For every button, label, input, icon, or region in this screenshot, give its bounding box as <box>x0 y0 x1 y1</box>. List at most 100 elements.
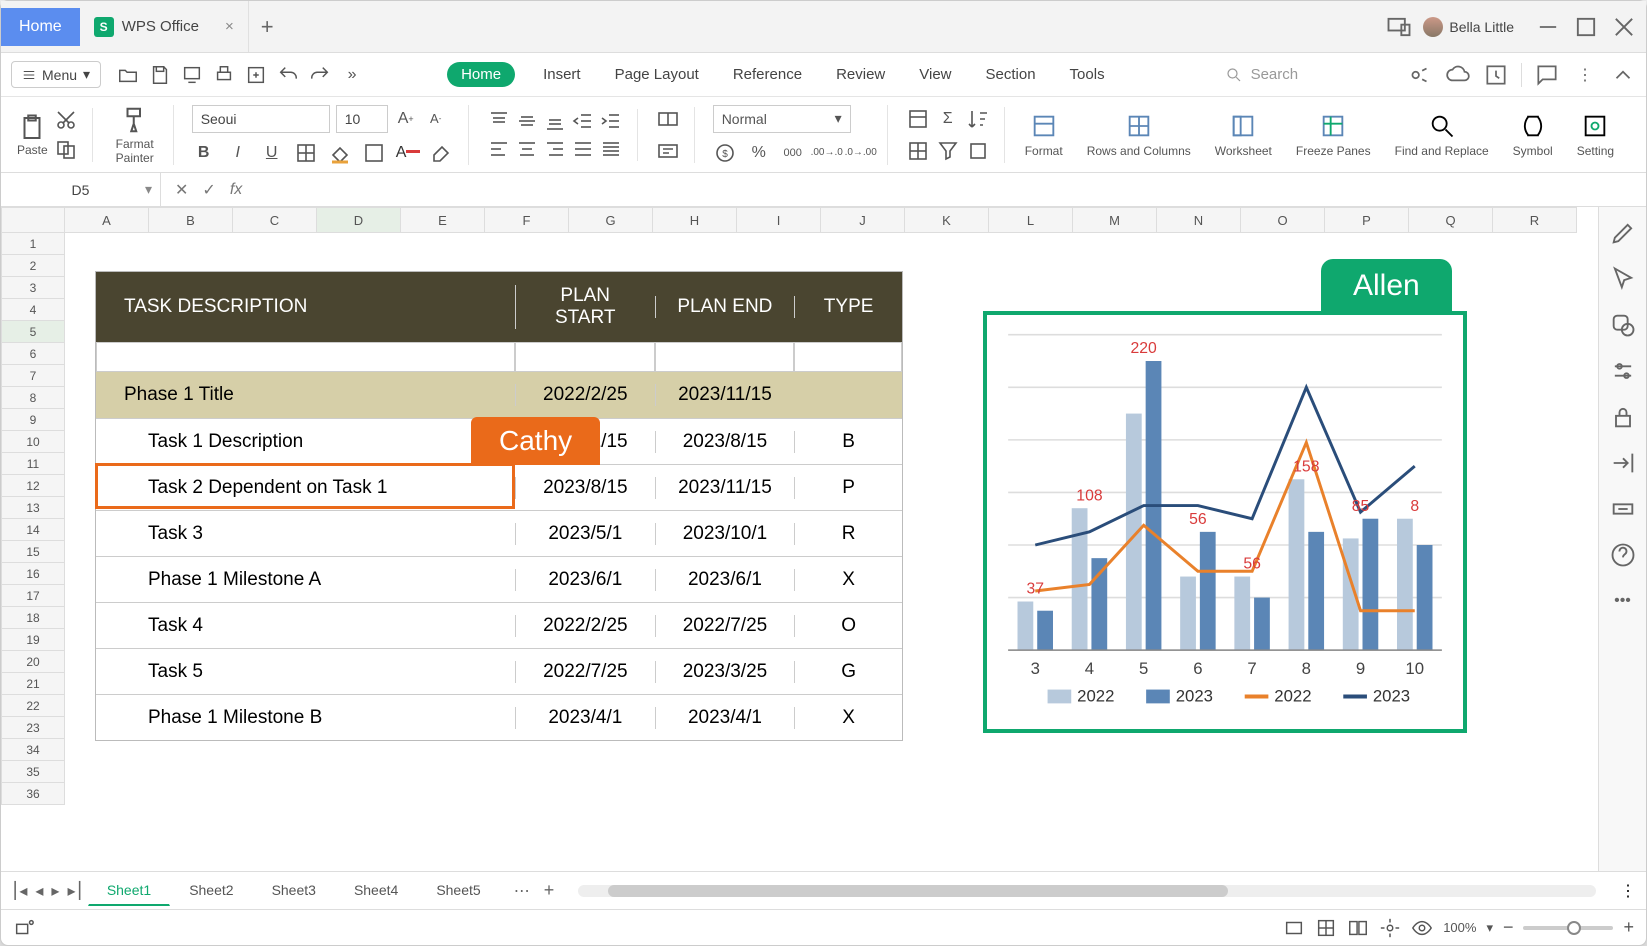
row-header[interactable]: 34 <box>1 739 65 761</box>
zoom-slider[interactable] <box>1523 926 1613 930</box>
kebab-icon[interactable]: ⋮ <box>1572 62 1598 88</box>
ribbon-tab-page-layout[interactable]: Page Layout <box>609 62 705 87</box>
decrease-indent-icon[interactable] <box>571 109 595 133</box>
align-center-icon[interactable] <box>515 137 539 161</box>
format-painter-icon[interactable] <box>120 105 150 135</box>
row-header[interactable]: 11 <box>1 453 65 475</box>
print-icon[interactable] <box>213 64 235 86</box>
chart-object[interactable]: 3710822056561588583456789102022202320222… <box>983 311 1467 733</box>
normal-view-icon[interactable] <box>1315 917 1337 939</box>
sheet-tab[interactable]: Sheet3 <box>253 875 335 906</box>
number-format-select[interactable]: Normal▾ <box>713 105 851 133</box>
accept-formula-icon[interactable]: ✓ <box>202 180 215 200</box>
freeze-panes-button[interactable]: Freeze Panes <box>1288 112 1379 158</box>
table-row[interactable]: Task 2 Dependent on Task 12023/8/152023/… <box>96 464 902 510</box>
select-all-corner[interactable] <box>1 207 65 233</box>
minimize-button[interactable] <box>1534 13 1562 41</box>
row-header[interactable]: 19 <box>1 629 65 651</box>
highlight-icon[interactable] <box>430 141 454 165</box>
row-header[interactable]: 13 <box>1 497 65 519</box>
justify-icon[interactable] <box>571 137 595 161</box>
increase-font-icon[interactable]: A+ <box>394 107 418 131</box>
column-header[interactable]: D <box>317 207 401 233</box>
filter-icon[interactable] <box>936 139 960 163</box>
cut-icon[interactable] <box>54 108 78 132</box>
italic-icon[interactable]: I <box>226 141 250 165</box>
row-header[interactable]: 6 <box>1 343 65 365</box>
more-icon[interactable]: » <box>341 64 363 86</box>
row-header[interactable]: 1 <box>1 233 65 255</box>
row-header[interactable]: 17 <box>1 585 65 607</box>
collapse-ribbon-icon[interactable] <box>1610 62 1636 88</box>
add-tab-button[interactable]: + <box>249 14 286 40</box>
column-header[interactable]: B <box>149 207 233 233</box>
worksheet-button[interactable]: Worksheet <box>1207 112 1280 158</box>
shape-icon[interactable] <box>1609 311 1637 339</box>
maximize-button[interactable] <box>1572 13 1600 41</box>
history-icon[interactable] <box>1483 62 1509 88</box>
user-profile[interactable]: Bella Little <box>1423 17 1514 37</box>
ribbon-tab-section[interactable]: Section <box>980 62 1042 87</box>
row-header[interactable]: 16 <box>1 563 65 585</box>
select-icon[interactable] <box>1609 265 1637 293</box>
table-row[interactable]: Phase 1 Milestone B2023/4/12023/4/1X <box>96 694 902 740</box>
row-header[interactable]: 2 <box>1 255 65 277</box>
distribute-icon[interactable] <box>599 137 623 161</box>
home-tab[interactable]: Home <box>1 8 80 46</box>
share-icon[interactable] <box>1407 62 1433 88</box>
row-header[interactable]: 20 <box>1 651 65 673</box>
ribbon-tab-review[interactable]: Review <box>830 62 891 87</box>
column-header[interactable]: I <box>737 207 821 233</box>
row-header[interactable]: 4 <box>1 299 65 321</box>
font-size-select[interactable] <box>336 105 388 133</box>
format-button[interactable]: Format <box>1017 112 1071 158</box>
zoom-in-icon[interactable]: + <box>1623 917 1634 938</box>
comma-icon[interactable]: 000 <box>781 141 805 165</box>
export-icon[interactable] <box>245 64 267 86</box>
font-color-icon[interactable]: A <box>396 141 420 165</box>
column-header[interactable]: Q <box>1409 207 1493 233</box>
decrease-decimal-icon[interactable]: .0→.00 <box>849 141 873 165</box>
next-sheet-icon[interactable]: ▸ <box>51 881 59 901</box>
currency-icon[interactable]: $ <box>713 141 737 165</box>
fill-icon[interactable] <box>966 139 990 163</box>
close-tab-icon[interactable]: × <box>225 18 234 35</box>
page-layout-view-icon[interactable] <box>1347 917 1369 939</box>
sheet-tab[interactable]: Sheet2 <box>170 875 252 906</box>
find-replace-button[interactable]: Find and Replace <box>1387 112 1497 158</box>
minimize-panel-icon[interactable] <box>1609 495 1637 523</box>
column-header[interactable]: F <box>485 207 569 233</box>
column-header[interactable]: O <box>1241 207 1325 233</box>
zoom-level[interactable]: 100% <box>1443 920 1476 935</box>
align-bottom-icon[interactable] <box>543 109 567 133</box>
rows-cols-button[interactable]: Rows and Columns <box>1079 112 1199 158</box>
sheet-tab[interactable]: Sheet1 <box>88 875 170 906</box>
row-header[interactable]: 9 <box>1 409 65 431</box>
reading-view-icon[interactable] <box>1283 917 1305 939</box>
row-header[interactable]: 3 <box>1 277 65 299</box>
conditional-format-icon[interactable] <box>906 107 930 131</box>
row-header[interactable]: 22 <box>1 695 65 717</box>
sheet-tab[interactable]: Sheet4 <box>335 875 417 906</box>
row-header[interactable]: 36 <box>1 783 65 805</box>
sheet-tab[interactable]: Sheet5 <box>417 875 499 906</box>
increase-indent-icon[interactable] <box>599 109 623 133</box>
edit-icon[interactable] <box>1609 219 1637 247</box>
cancel-formula-icon[interactable]: ✕ <box>175 180 188 200</box>
lock-icon[interactable] <box>1609 403 1637 431</box>
percent-icon[interactable]: % <box>747 141 771 165</box>
row-header[interactable]: 23 <box>1 717 65 739</box>
save-icon[interactable] <box>149 64 171 86</box>
column-header[interactable]: N <box>1157 207 1241 233</box>
table-row[interactable]: Task 32023/5/12023/10/1R <box>96 510 902 556</box>
copy-icon[interactable] <box>54 138 78 162</box>
cloud-icon[interactable] <box>1445 62 1471 88</box>
column-header[interactable]: A <box>65 207 149 233</box>
focus-icon[interactable] <box>1379 917 1401 939</box>
row-header[interactable]: 15 <box>1 541 65 563</box>
ribbon-tab-reference[interactable]: Reference <box>727 62 808 87</box>
row-header[interactable]: 12 <box>1 475 65 497</box>
decrease-font-icon[interactable]: A- <box>424 107 448 131</box>
wrap-text-icon[interactable] <box>656 139 680 163</box>
bold-icon[interactable]: B <box>192 141 216 165</box>
